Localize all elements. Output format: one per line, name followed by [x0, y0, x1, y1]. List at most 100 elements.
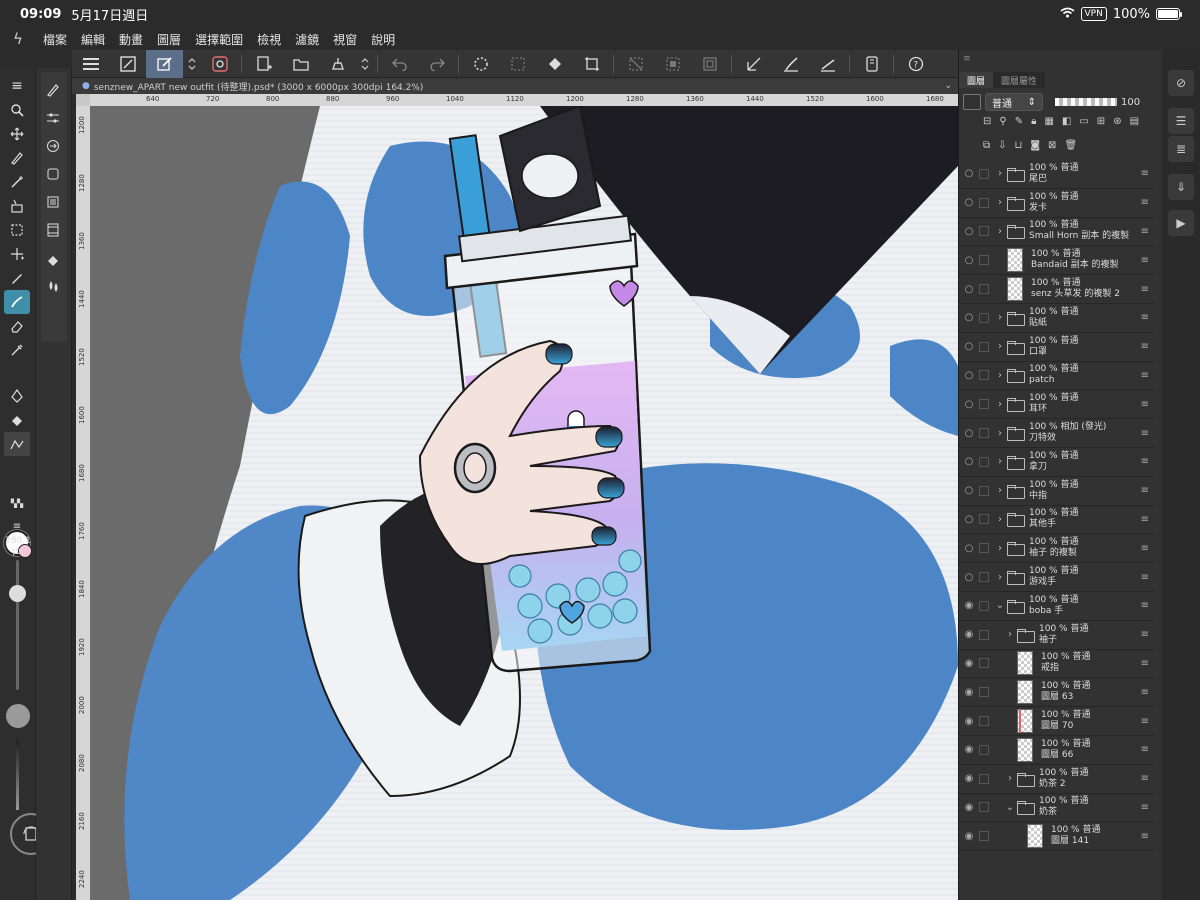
- menu-layer[interactable]: 圖層: [150, 31, 188, 48]
- deselect-icon[interactable]: [617, 50, 654, 78]
- save-icon[interactable]: [319, 50, 356, 78]
- layer-menu-icon[interactable]: ≡: [1141, 456, 1149, 467]
- symmetry-ruler-icon[interactable]: [809, 50, 846, 78]
- layer-select-checkbox[interactable]: [979, 341, 989, 352]
- lock-transparency-icon[interactable]: ▦: [1044, 116, 1053, 136]
- layer-color-toggle[interactable]: [963, 94, 981, 110]
- fill-bucket-icon[interactable]: [536, 50, 573, 78]
- crop-icon[interactable]: [573, 50, 610, 78]
- layer-select-checkbox[interactable]: [979, 485, 989, 496]
- layer-row[interactable]: ◉ ⌄ 100 % 普通 奶茶 ≡: [959, 794, 1155, 823]
- layer-row[interactable]: ◉ ⌄ 100 % 普通 boba 手 ≡: [959, 592, 1155, 621]
- layer-select-checkbox[interactable]: [979, 312, 989, 323]
- edit-pen-icon[interactable]: [146, 49, 183, 78]
- delete-layer-icon[interactable]: 🗑︎: [1064, 140, 1077, 160]
- new-raster-layer-icon[interactable]: ⊞: [1097, 116, 1105, 136]
- layer-row[interactable]: ○ › 100 % 普通 中指 ≡: [959, 477, 1155, 506]
- panel-grip-icon[interactable]: ≡: [963, 54, 971, 64]
- chevron-right-icon[interactable]: ›: [993, 370, 1007, 381]
- redo-icon[interactable]: [418, 50, 455, 78]
- eraser-tool-icon[interactable]: [4, 314, 30, 338]
- vector-pen-icon[interactable]: [4, 384, 30, 408]
- menu-view[interactable]: 檢視: [250, 31, 288, 48]
- layer-menu-icon[interactable]: ≡: [1141, 514, 1149, 525]
- chevron-right-icon[interactable]: ›: [993, 572, 1007, 583]
- layer-select-checkbox[interactable]: [979, 226, 989, 237]
- layer-row[interactable]: ○ 100 % 普通 senz 头草发 的複製 2 ≡: [959, 275, 1155, 304]
- menu-help[interactable]: 說明: [364, 31, 402, 48]
- apply-mask-icon[interactable]: ⊠: [1048, 140, 1056, 160]
- fit-view-icon[interactable]: [109, 50, 146, 78]
- sub-tool-film-icon[interactable]: [40, 218, 66, 242]
- layer-menu-icon[interactable]: ≡: [1141, 802, 1149, 813]
- gradient-tool-icon[interactable]: [4, 432, 30, 456]
- lock-layer-icon[interactable]: 🔒︎: [1031, 116, 1036, 136]
- layer-menu-icon[interactable]: ≡: [1141, 312, 1149, 323]
- chevron-right-icon[interactable]: ›: [993, 197, 1007, 208]
- layer-menu-icon[interactable]: ≡: [1141, 255, 1149, 266]
- eye-hidden-icon[interactable]: ○: [959, 255, 979, 266]
- loading-icon[interactable]: [462, 50, 499, 78]
- eye-icon[interactable]: ◉: [959, 716, 979, 727]
- layer-select-checkbox[interactable]: [979, 773, 989, 784]
- pencil-tool-icon[interactable]: [4, 266, 30, 290]
- layer-menu-icon[interactable]: ≡: [1141, 197, 1149, 208]
- chevron-updown-icon[interactable]: [183, 50, 201, 78]
- eye-icon[interactable]: ◉: [959, 773, 979, 784]
- transform-dim-icon[interactable]: [499, 50, 536, 78]
- sub-tool-fill-icon[interactable]: [40, 248, 66, 272]
- eye-hidden-icon[interactable]: ○: [959, 399, 979, 410]
- marquee-tool-icon[interactable]: [4, 218, 30, 242]
- layer-row[interactable]: ○ 100 % 普通 Bandaid 副本 的複製 ≡: [959, 246, 1155, 276]
- layer-select-checkbox[interactable]: [979, 428, 989, 439]
- layer-select-checkbox[interactable]: [979, 543, 989, 554]
- tab-layers[interactable]: 圖層: [959, 72, 994, 88]
- layer-select-checkbox[interactable]: [979, 687, 989, 698]
- layer-select-checkbox[interactable]: [979, 514, 989, 525]
- menu-animation[interactable]: 動畫: [112, 31, 150, 48]
- layer-menu-icon[interactable]: ≡: [1141, 716, 1149, 727]
- new-vector-layer-icon[interactable]: ⊛: [1113, 116, 1121, 136]
- sub-tool-pen-icon[interactable]: [40, 78, 66, 102]
- help-icon[interactable]: ?: [897, 50, 934, 78]
- close-tab-icon[interactable]: ●: [82, 81, 90, 91]
- layer-menu-icon[interactable]: ≡: [1141, 284, 1149, 295]
- eye-hidden-icon[interactable]: ○: [959, 543, 979, 554]
- blend-mode-select[interactable]: 普通 ⇕: [985, 93, 1043, 111]
- layer-menu-icon[interactable]: ≡: [1141, 543, 1149, 554]
- sub-tool-settings-icon[interactable]: [40, 106, 66, 130]
- layers-stack-icon[interactable]: ☰: [1168, 108, 1194, 134]
- layer-select-checkbox[interactable]: [979, 658, 989, 669]
- layers-stack-alt-icon[interactable]: ≣: [1168, 136, 1194, 162]
- chevron-right-icon[interactable]: ›: [1003, 629, 1017, 640]
- document-tab[interactable]: ● senznew_APART new outfit (待整理).psd* (3…: [72, 78, 958, 94]
- drawing-canvas[interactable]: [90, 106, 958, 900]
- invert-selection-icon[interactable]: [654, 50, 691, 78]
- layer-menu-icon[interactable]: ≡: [1141, 485, 1149, 496]
- menu-selection[interactable]: 選擇範圍: [188, 31, 250, 48]
- menu-edit[interactable]: 編輯: [74, 31, 112, 48]
- layer-menu-icon[interactable]: ≡: [1141, 600, 1149, 611]
- draft-layer-icon[interactable]: ✎: [1015, 116, 1023, 136]
- layer-select-checkbox[interactable]: [979, 629, 989, 640]
- layer-menu-icon[interactable]: ≡: [1141, 658, 1149, 669]
- chevron-right-icon[interactable]: ›: [1003, 773, 1017, 784]
- chevron-right-icon[interactable]: ›: [993, 399, 1007, 410]
- sparkle-tool-icon[interactable]: [4, 242, 30, 266]
- settings-icon[interactable]: ≡: [4, 514, 30, 538]
- layer-menu-icon[interactable]: ≡: [1141, 831, 1149, 842]
- layer-select-checkbox[interactable]: [979, 370, 989, 381]
- zoom-tool-icon[interactable]: [4, 98, 30, 122]
- new-file-icon[interactable]: [245, 50, 282, 78]
- brush-icon[interactable]: [772, 50, 809, 78]
- ruler-icon[interactable]: [735, 50, 772, 78]
- opacity-slider[interactable]: [1055, 98, 1117, 106]
- chevron-down-icon[interactable]: ⌄: [1003, 802, 1017, 813]
- menu-window[interactable]: 視窗: [326, 31, 364, 48]
- layer-row[interactable]: ◉ › 100 % 普通 袖子 ≡: [959, 621, 1155, 650]
- transfer-down-icon[interactable]: ⇩: [998, 140, 1006, 160]
- app-logo-icon[interactable]: ϟ: [0, 30, 36, 48]
- layer-row[interactable]: ○ › 100 % 普通 口罩 ≡: [959, 333, 1155, 362]
- chevron-right-icon[interactable]: ›: [993, 514, 1007, 525]
- layer-select-checkbox[interactable]: [979, 284, 989, 295]
